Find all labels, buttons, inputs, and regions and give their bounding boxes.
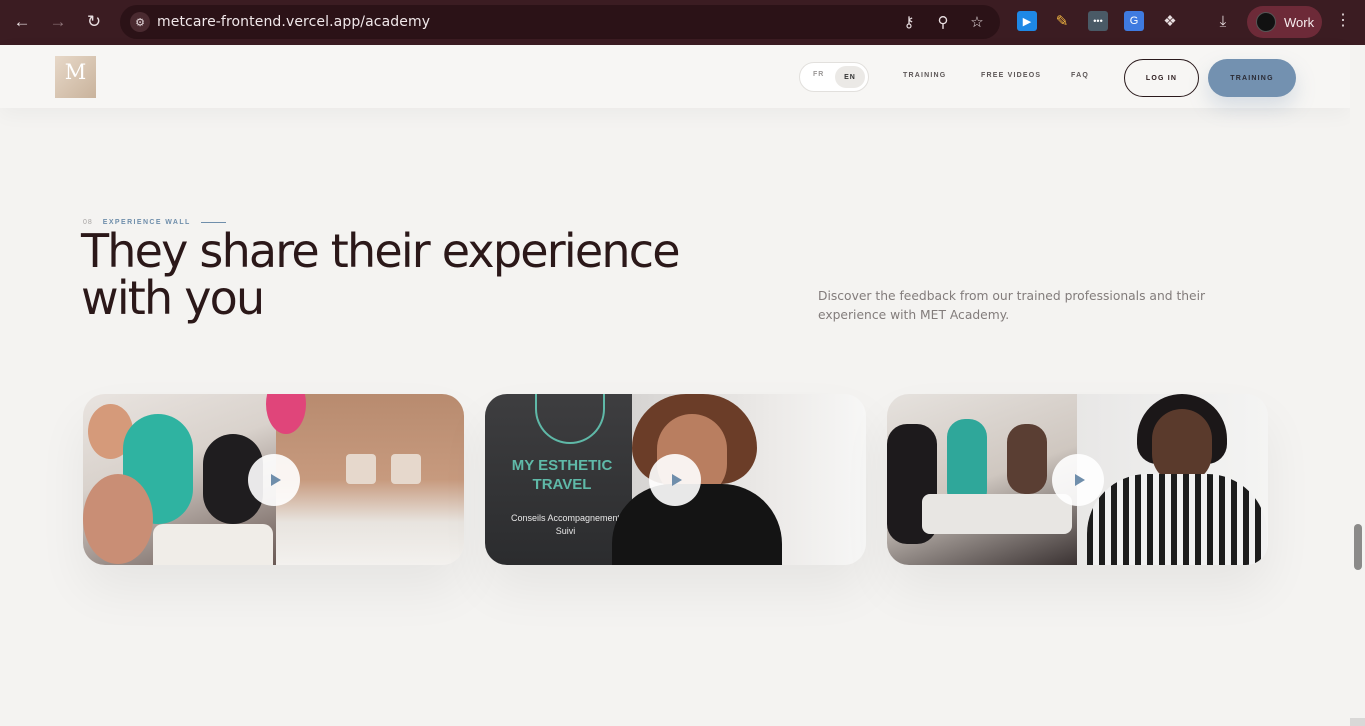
pencil-extension-icon[interactable]: ✎ xyxy=(1052,11,1072,31)
video-card-2[interactable]: MY ESTHETIC TRAVEL Conseils Accompagneme… xyxy=(485,394,866,565)
dots-extension-icon[interactable]: ••• xyxy=(1088,11,1108,31)
address-bar[interactable]: ⚙ metcare-frontend.vercel.app/academy ⚷ … xyxy=(120,5,1000,39)
section-description: Discover the feedback from our trained p… xyxy=(818,289,1206,322)
back-icon[interactable]: ← xyxy=(8,8,36,36)
browser-toolbar: ← → ↻ ⚙ metcare-frontend.vercel.app/acad… xyxy=(0,0,1365,45)
training-cta-button[interactable]: TRAINING xyxy=(1208,59,1296,97)
lang-fr-option[interactable]: FR xyxy=(813,71,824,78)
title-line-2: with you xyxy=(81,271,265,325)
banner-subtitle: Conseils Accompagnement Suivi xyxy=(510,513,621,536)
nav-faq[interactable]: FAQ xyxy=(1071,72,1089,79)
scrollbar-thumb[interactable] xyxy=(1354,524,1362,570)
browser-menu-icon[interactable]: ⋮ xyxy=(1334,10,1352,30)
site-logo[interactable]: M xyxy=(55,56,96,98)
download-icon[interactable]: ⤓ xyxy=(1213,11,1233,31)
play-button[interactable] xyxy=(248,454,300,506)
extensions-puzzle-icon[interactable]: ❖ xyxy=(1160,11,1180,31)
lang-en-option[interactable]: EN xyxy=(835,66,865,88)
zoom-icon[interactable]: ⚲ xyxy=(932,11,954,33)
video-thumbnail-right xyxy=(266,394,464,565)
nav-free-videos[interactable]: FREE VIDEOS xyxy=(981,72,1041,79)
language-switcher: FR EN xyxy=(799,62,869,92)
play-button[interactable] xyxy=(649,454,701,506)
play-button[interactable] xyxy=(1052,454,1104,506)
profile-button[interactable]: Work xyxy=(1247,6,1322,38)
login-button[interactable]: LOG IN xyxy=(1124,59,1199,97)
section-title: They share their experience with you xyxy=(81,228,761,322)
password-key-icon[interactable]: ⚷ xyxy=(898,11,920,33)
video-thumbnail-left xyxy=(887,394,1077,565)
avatar xyxy=(1256,12,1276,32)
scrollbar-corner xyxy=(1350,718,1365,726)
video-thumbnail-speaker xyxy=(1077,394,1268,565)
video-banner-panel: MY ESTHETIC TRAVEL Conseils Accompagneme… xyxy=(485,394,632,565)
site-settings-icon[interactable]: ⚙ xyxy=(130,12,150,32)
video-card-1[interactable] xyxy=(83,394,464,565)
nav-training[interactable]: TRAINING xyxy=(903,72,946,79)
banner-title: MY ESTHETIC TRAVEL xyxy=(511,457,613,493)
page-scrollbar[interactable] xyxy=(1350,45,1365,726)
video-card-3[interactable] xyxy=(887,394,1268,565)
url-text[interactable]: metcare-frontend.vercel.app/academy xyxy=(157,14,430,30)
eyebrow-divider xyxy=(200,222,226,223)
translate-extension-icon[interactable]: G xyxy=(1124,11,1144,31)
profile-label: Work xyxy=(1284,14,1315,30)
play-icon xyxy=(671,474,682,486)
logo-letter: M xyxy=(64,60,87,84)
bookmark-star-icon[interactable]: ☆ xyxy=(966,11,988,33)
forward-icon[interactable]: → xyxy=(44,8,72,36)
reload-icon[interactable]: ↻ xyxy=(80,8,108,36)
title-line-1: They share their experience xyxy=(81,224,681,278)
play-icon xyxy=(1074,474,1085,486)
site-header: M FR EN TRAINING FREE VIDEOS FAQ LOG IN … xyxy=(0,45,1350,108)
play-icon xyxy=(270,474,281,486)
extension-icon[interactable]: ▶ xyxy=(1017,11,1037,31)
